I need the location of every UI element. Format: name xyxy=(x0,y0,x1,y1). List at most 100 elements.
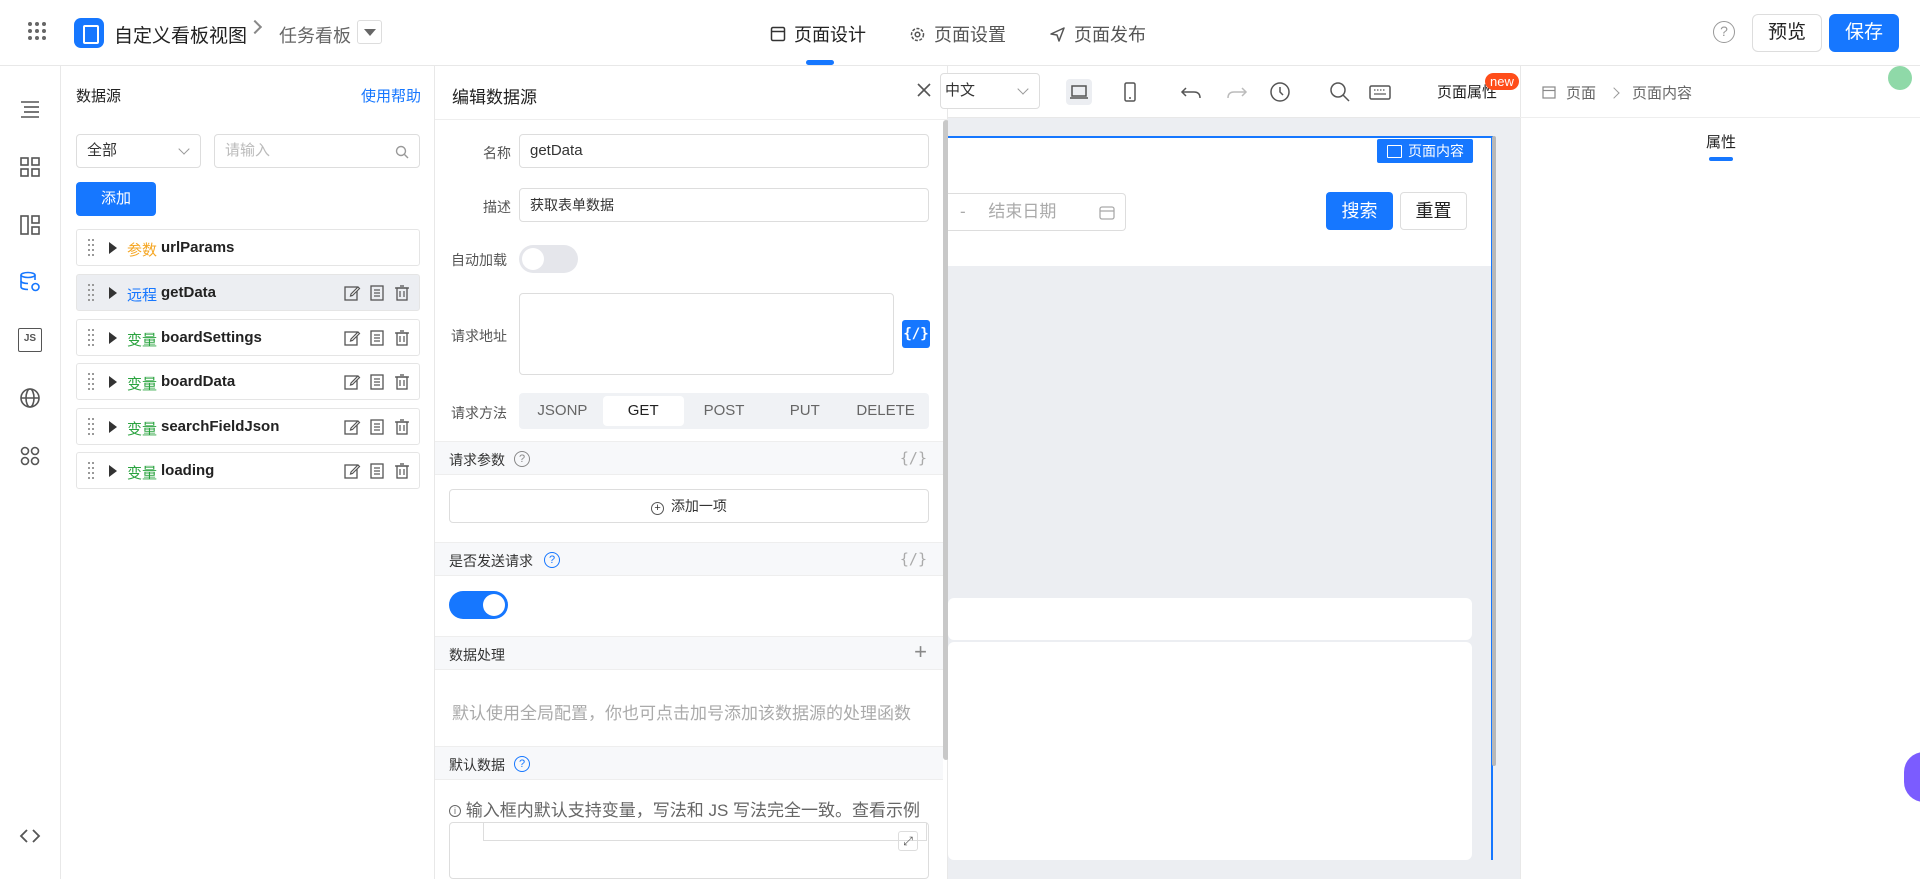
reset-button[interactable]: 重置 xyxy=(1400,192,1467,230)
copy-icon[interactable] xyxy=(368,329,386,347)
caret-down-icon[interactable] xyxy=(357,20,382,44)
copy-icon[interactable] xyxy=(368,418,386,436)
edit-icon[interactable] xyxy=(343,462,361,480)
desc-field[interactable]: 获取表单数据 xyxy=(519,188,929,222)
layout-icon[interactable] xyxy=(18,213,42,237)
expand-icon[interactable]: ⤢ xyxy=(898,831,918,851)
trash-icon[interactable] xyxy=(393,462,411,480)
datasource-name: searchFieldJson xyxy=(161,418,280,435)
method-label: 请求方法 xyxy=(451,405,507,421)
undo-icon[interactable] xyxy=(1179,79,1205,105)
plus-circle-icon: + xyxy=(651,502,665,515)
tab-page-design[interactable]: 页面设计 xyxy=(770,21,866,47)
search-icon[interactable] xyxy=(1327,79,1353,105)
copy-icon[interactable] xyxy=(368,373,386,391)
drag-handle-icon[interactable] xyxy=(88,329,94,347)
url-input[interactable] xyxy=(519,293,894,375)
method-segmented-control[interactable]: JSONP GET POST PUT DELETE xyxy=(519,393,929,429)
redo-icon[interactable] xyxy=(1223,79,1249,105)
help-icon[interactable]: ? xyxy=(544,552,560,568)
plus-icon[interactable]: + xyxy=(914,641,927,663)
preview-button[interactable]: 预览 xyxy=(1752,14,1822,52)
datasource-icon[interactable] xyxy=(18,270,42,294)
keyboard-icon[interactable] xyxy=(1367,79,1393,105)
method-option-post[interactable]: POST xyxy=(684,396,765,426)
history-icon[interactable] xyxy=(1267,79,1293,105)
expand-arrow-icon[interactable] xyxy=(109,376,117,388)
edit-icon[interactable] xyxy=(343,329,361,347)
datasource-item[interactable]: 参数 urlParams xyxy=(76,229,420,266)
datasource-item[interactable]: 变量 searchFieldJson xyxy=(76,408,420,445)
editor-line xyxy=(483,823,927,841)
trash-icon[interactable] xyxy=(393,373,411,391)
expand-arrow-icon[interactable] xyxy=(109,242,117,254)
expand-arrow-icon[interactable] xyxy=(109,421,117,433)
copy-icon[interactable] xyxy=(368,284,386,302)
close-icon[interactable] xyxy=(914,80,934,100)
breadcrumb-current[interactable]: 任务看板 xyxy=(279,22,351,48)
add-param-button[interactable]: + 添加一项 xyxy=(449,489,929,523)
send-request-toggle[interactable] xyxy=(449,591,508,619)
drag-handle-icon[interactable] xyxy=(88,373,94,391)
drag-handle-icon[interactable] xyxy=(88,462,94,480)
trash-icon[interactable] xyxy=(393,284,411,302)
new-badge: new xyxy=(1485,73,1519,90)
language-select[interactable]: 中文 xyxy=(940,73,1040,109)
datasource-filter-select[interactable]: 全部 xyxy=(76,134,201,168)
help-link[interactable]: 使用帮助 xyxy=(361,85,421,106)
drag-handle-icon[interactable] xyxy=(88,284,94,302)
tab-page-settings[interactable]: 页面设置 xyxy=(909,21,1006,47)
method-option-put[interactable]: PUT xyxy=(764,396,845,426)
method-option-get[interactable]: GET xyxy=(602,396,684,426)
help-icon[interactable]: ? xyxy=(514,756,530,772)
help-icon[interactable]: ? xyxy=(514,451,530,467)
save-button[interactable]: 保存 xyxy=(1829,14,1899,52)
globe-icon[interactable] xyxy=(18,386,42,410)
code-icon[interactable] xyxy=(18,824,42,848)
edit-icon[interactable] xyxy=(343,373,361,391)
name-field[interactable]: getData xyxy=(519,134,929,168)
edit-icon[interactable] xyxy=(343,284,361,302)
js-icon[interactable]: JS xyxy=(18,328,42,352)
help-icon[interactable]: ? xyxy=(1713,21,1735,43)
components-icon[interactable] xyxy=(18,155,42,179)
app-grid-icon[interactable] xyxy=(26,20,48,42)
autoload-toggle[interactable] xyxy=(519,245,578,273)
breadcrumb-content[interactable]: 页面内容 xyxy=(1632,82,1692,103)
tab-properties[interactable]: 属性 xyxy=(1706,131,1736,152)
datasource-item[interactable]: 变量 boardData xyxy=(76,363,420,400)
search-button[interactable]: 搜索 xyxy=(1326,192,1393,230)
fx-icon[interactable]: {/} xyxy=(900,449,927,467)
fx-button[interactable]: {/} xyxy=(902,320,930,348)
trash-icon[interactable] xyxy=(393,418,411,436)
datasource-item[interactable]: 变量 boardSettings xyxy=(76,319,420,356)
datasource-item[interactable]: 远程 getData xyxy=(76,274,420,311)
add-datasource-button[interactable]: 添加 xyxy=(76,182,156,216)
tab-page-publish[interactable]: 页面发布 xyxy=(1049,21,1146,47)
apps-icon[interactable] xyxy=(18,444,42,468)
outline-icon[interactable] xyxy=(18,97,42,121)
processing-hint: 默认使用全局配置，你也可点击加号添加该数据源的处理函数 xyxy=(452,704,911,723)
drag-handle-icon[interactable] xyxy=(88,418,94,436)
expand-arrow-icon[interactable] xyxy=(109,287,117,299)
trash-icon[interactable] xyxy=(393,329,411,347)
expand-arrow-icon[interactable] xyxy=(109,465,117,477)
edit-icon[interactable] xyxy=(343,418,361,436)
page-content-label[interactable]: 页面内容 xyxy=(1377,139,1473,163)
breadcrumb-page[interactable]: 页面 xyxy=(1566,82,1596,103)
datasource-item[interactable]: 变量 loading xyxy=(76,452,420,489)
method-option-jsonp[interactable]: JSONP xyxy=(522,396,603,426)
canvas-scrollbar[interactable] xyxy=(1492,136,1496,766)
copy-icon[interactable] xyxy=(368,462,386,480)
fx-icon[interactable]: {/} xyxy=(900,550,927,568)
datasource-search-input[interactable]: 请输入 xyxy=(214,134,420,168)
default-data-editor[interactable]: ⤢ xyxy=(449,822,929,879)
drag-handle-icon[interactable] xyxy=(88,239,94,257)
mobile-view-icon[interactable] xyxy=(1117,79,1143,105)
desktop-view-icon[interactable] xyxy=(1066,79,1092,105)
method-option-delete[interactable]: DELETE xyxy=(845,396,926,426)
date-range-field[interactable]: - 结束日期 xyxy=(948,193,1126,231)
send-section-header: 是否发送请求 ? {/} xyxy=(435,542,943,576)
app-title[interactable]: 自定义看板视图 xyxy=(114,21,247,48)
expand-arrow-icon[interactable] xyxy=(109,332,117,344)
